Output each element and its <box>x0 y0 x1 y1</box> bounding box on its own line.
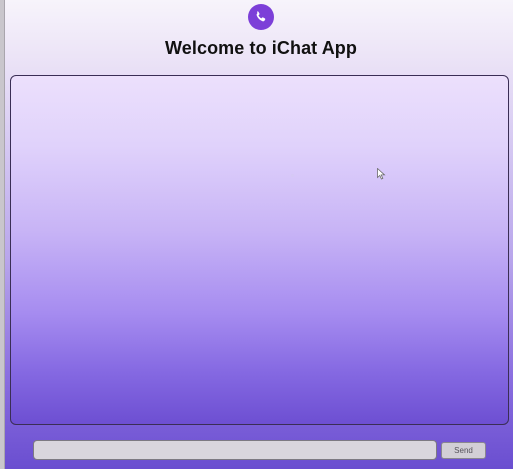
stray-dot <box>291 174 294 177</box>
chat-logo-icon <box>248 4 274 30</box>
mouse-cursor-icon <box>377 168 386 180</box>
message-container[interactable] <box>10 75 509 425</box>
page-title: Welcome to iChat App <box>164 38 357 58</box>
message-input[interactable] <box>33 440 437 460</box>
window-left-edge <box>0 0 5 469</box>
send-button[interactable]: Send <box>441 442 486 459</box>
